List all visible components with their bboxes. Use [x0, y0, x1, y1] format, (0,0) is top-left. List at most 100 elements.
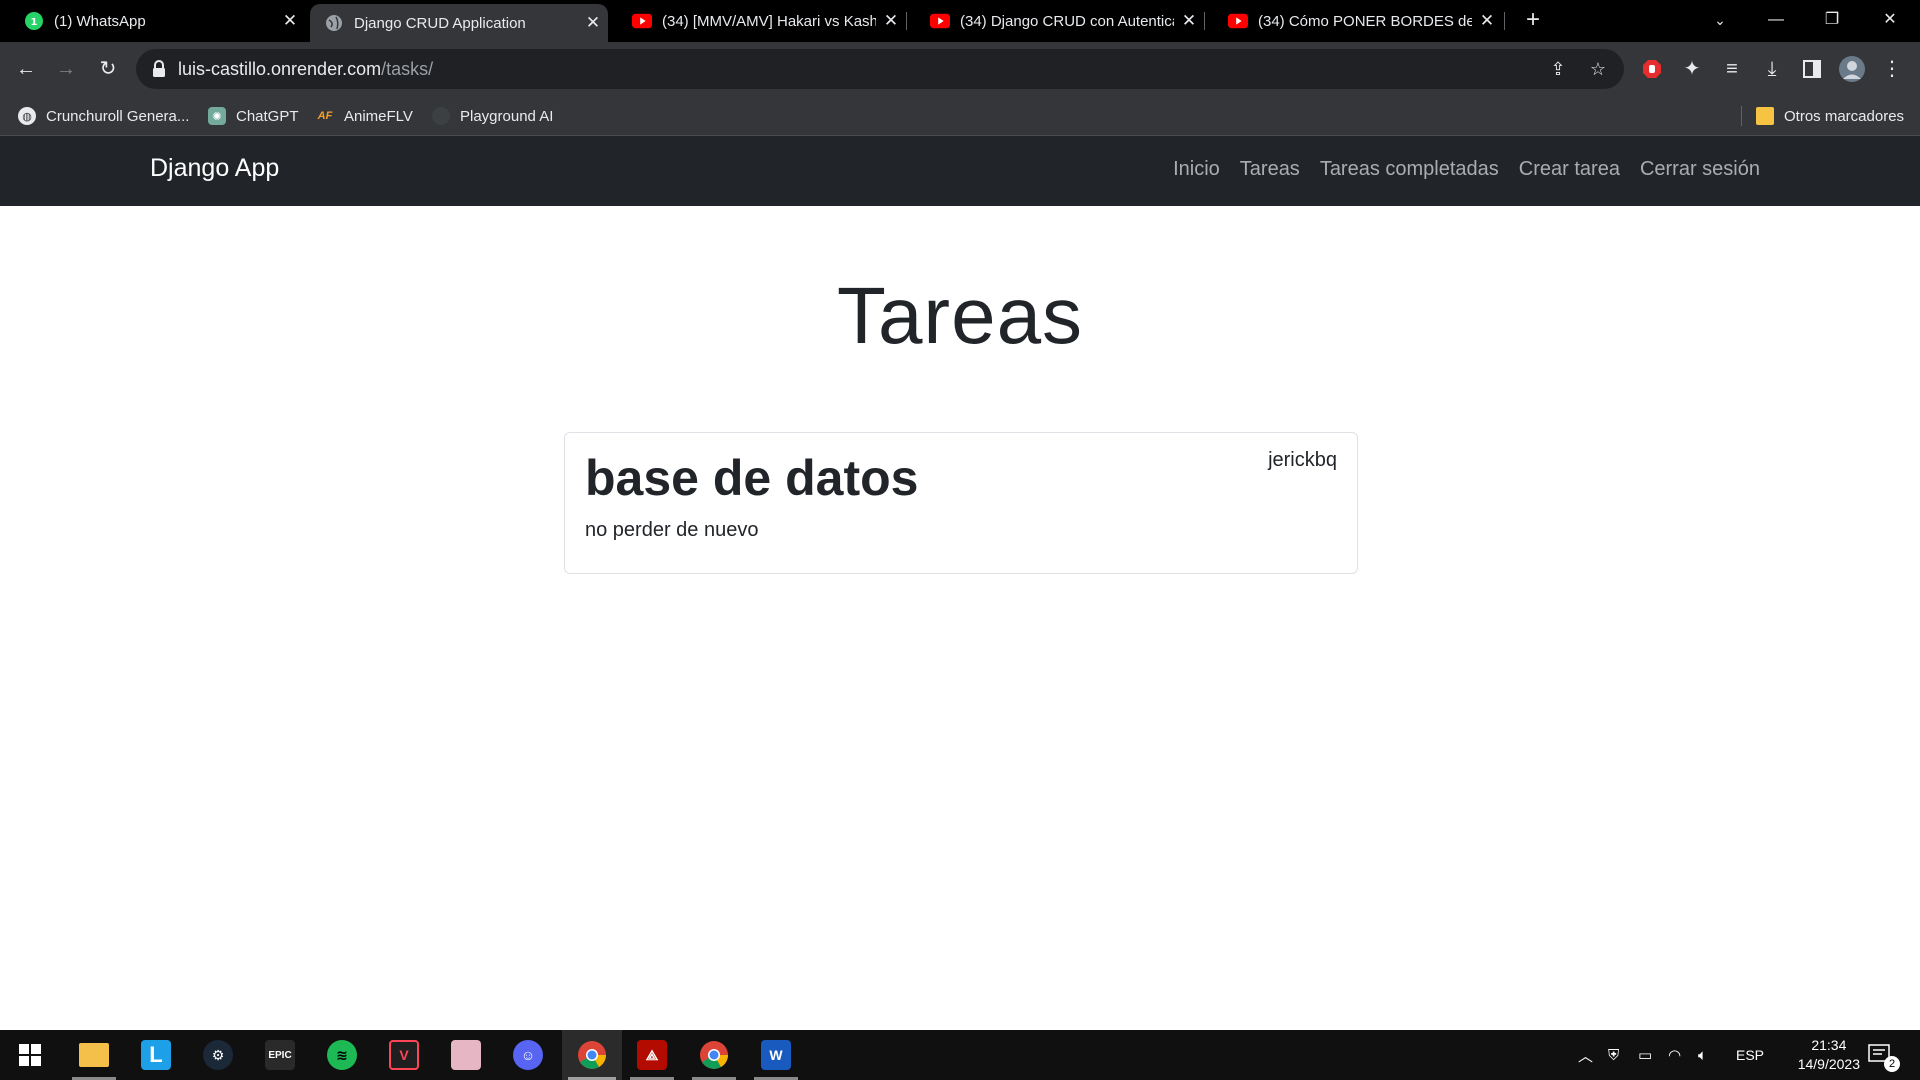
l-app-icon[interactable]: L — [128, 1030, 184, 1080]
browser-toolbar: ← → ↻ luis-castillo.onrender.com/tasks/ … — [0, 42, 1920, 96]
close-window-button[interactable]: ✕ — [1862, 0, 1918, 42]
tab-title: Django CRUD Application — [354, 14, 526, 32]
url-text[interactable]: luis-castillo.onrender.com/tasks/ — [178, 59, 433, 80]
tray-overflow-chevron-icon[interactable]: ︿ — [1578, 1030, 1593, 1080]
youtube-icon — [1228, 11, 1248, 31]
tab-title: (34) Cómo PONER BORDES de P — [1258, 12, 1472, 30]
back-button[interactable]: ← — [10, 53, 42, 85]
close-tab-icon[interactable]: ✕ — [578, 13, 608, 33]
word-icon[interactable]: W — [748, 1030, 804, 1080]
bookmark-label: ChatGPT — [236, 107, 299, 125]
other-bookmarks-label: Otros marcadores — [1784, 107, 1905, 125]
globe-icon — [324, 13, 344, 33]
forward-button[interactable]: → — [50, 53, 82, 85]
reload-button[interactable]: ↻ — [92, 53, 124, 85]
other-bookmarks-folder[interactable]: Otros marcadores — [1756, 96, 1904, 136]
bookmarks-divider — [1741, 106, 1742, 126]
close-tab-icon[interactable]: ✕ — [275, 11, 305, 31]
adblock-extension-icon[interactable] — [1636, 53, 1668, 85]
bookmark-animeflv[interactable]: AF AnimeFLV — [316, 96, 413, 136]
download-icon[interactable]: ⤓ — [1756, 53, 1788, 85]
animeflv-icon: AF — [317, 110, 333, 122]
bookmark-star-icon[interactable]: ☆ — [1584, 55, 1612, 83]
tab-title: (34) [MMV/AMV] Hakari vs Kash — [662, 12, 876, 30]
nav-link-inicio[interactable]: Inicio — [1173, 158, 1220, 181]
globe-icon: ◍ — [18, 107, 36, 125]
url-host: luis-castillo.onrender.com — [178, 59, 382, 79]
task-card[interactable]: base de datos jerickbq no perder de nuev… — [564, 432, 1358, 574]
nav-link-tareas[interactable]: Tareas — [1240, 158, 1300, 181]
share-icon[interactable]: ⇪ — [1544, 55, 1572, 83]
side-panel-icon[interactable] — [1796, 53, 1828, 85]
acrobat-icon[interactable]: ⟁ — [624, 1030, 680, 1080]
task-description: no perder de nuevo — [585, 519, 759, 541]
bookmark-label: Playground AI — [460, 107, 554, 125]
anime-app-icon[interactable] — [438, 1030, 494, 1080]
browser-tab-strip: 1 (1) WhatsApp ✕ Django CRUD Application… — [0, 0, 1920, 42]
tab-title: (34) Django CRUD con Autentica — [960, 12, 1174, 30]
notification-count-badge: 2 — [1884, 1056, 1900, 1072]
site-navbar: Django App Inicio Tareas Tareas completa… — [0, 136, 1920, 206]
tab-separator — [1504, 12, 1505, 30]
folder-icon — [1756, 107, 1774, 125]
windows-start-icon[interactable] — [2, 1030, 58, 1080]
svg-text:1: 1 — [31, 17, 38, 28]
tab-youtube-django[interactable]: (34) Django CRUD con Autentica ✕ — [906, 0, 1204, 42]
tab-whatsapp[interactable]: 1 (1) WhatsApp ✕ — [0, 0, 305, 42]
youtube-icon — [632, 11, 652, 31]
discord-icon[interactable]: ☺ — [500, 1030, 556, 1080]
wifi-icon[interactable]: ◠ — [1668, 1030, 1681, 1080]
address-bar[interactable]: luis-castillo.onrender.com/tasks/ ⇪ ☆ — [136, 49, 1624, 89]
menu-kebab-icon[interactable]: ⋮ — [1876, 53, 1908, 85]
system-clock[interactable]: 21:34 14/9/2023 — [1798, 1036, 1860, 1074]
extensions-puzzle-icon[interactable]: ✦ — [1676, 53, 1708, 85]
security-tray-icon[interactable]: ⛨ — [1608, 1030, 1619, 1080]
bookmark-crunchuroll[interactable]: ◍ Crunchuroll Genera... — [18, 96, 189, 136]
nav-link-tareas-completadas[interactable]: Tareas completadas — [1320, 158, 1499, 181]
bookmarks-bar: ◍ Crunchuroll Genera... ✺ ChatGPT AF Ani… — [0, 96, 1920, 136]
steam-icon[interactable]: ⚙ — [190, 1030, 246, 1080]
youtube-icon — [930, 11, 950, 31]
tab-youtube-bordes[interactable]: (34) Cómo PONER BORDES de P ✕ — [1204, 0, 1502, 42]
nav-link-cerrar-sesion[interactable]: Cerrar sesión — [1640, 158, 1760, 181]
epic-games-icon[interactable]: EPIC — [252, 1030, 308, 1080]
whatsapp-icon: 1 — [24, 11, 44, 31]
tab-django-crud[interactable]: Django CRUD Application ✕ — [310, 4, 608, 42]
file-explorer-icon[interactable] — [66, 1030, 122, 1080]
tab-title: (1) WhatsApp — [54, 12, 146, 30]
notification-center-icon[interactable]: 2 — [1868, 1030, 1900, 1080]
language-indicator[interactable]: ESP — [1736, 1030, 1764, 1080]
task-title: base de datos — [585, 450, 919, 506]
playground-icon — [432, 107, 450, 125]
lock-icon[interactable] — [152, 60, 168, 78]
tab-youtube-hakari[interactable]: (34) [MMV/AMV] Hakari vs Kash ✕ — [608, 0, 906, 42]
chatgpt-icon: ✺ — [208, 107, 226, 125]
nav-link-crear-tarea[interactable]: Crear tarea — [1519, 158, 1620, 181]
page-title: Tareas — [836, 271, 1084, 360]
bookmark-label: Crunchuroll Genera... — [46, 107, 190, 125]
media-control-icon[interactable]: ≡ — [1716, 53, 1748, 85]
navbar-brand[interactable]: Django App — [150, 154, 279, 183]
new-tab-button[interactable]: + — [1518, 6, 1548, 36]
volume-icon[interactable]: 🔈︎ — [1698, 1030, 1707, 1080]
chrome-profile-icon[interactable] — [686, 1030, 742, 1080]
spotify-icon[interactable]: ≋ — [314, 1030, 370, 1080]
clock-time: 21:34 — [1811, 1037, 1847, 1053]
battery-icon[interactable]: ▭ — [1638, 1030, 1652, 1080]
bookmark-playground-ai[interactable]: Playground AI — [432, 96, 553, 136]
close-tab-icon[interactable]: ✕ — [876, 11, 906, 31]
close-tab-icon[interactable]: ✕ — [1472, 11, 1502, 31]
bookmark-label: AnimeFLV — [344, 107, 413, 125]
profile-avatar[interactable] — [1836, 53, 1868, 85]
clock-date: 14/9/2023 — [1797, 1056, 1860, 1072]
minimize-button[interactable]: — — [1748, 0, 1804, 42]
restore-button[interactable]: ❐ — [1804, 0, 1860, 42]
task-owner: jerickbq — [1268, 449, 1337, 471]
bookmark-chatgpt[interactable]: ✺ ChatGPT — [208, 96, 299, 136]
tab-search-chevron-icon[interactable]: ⌄ — [1692, 0, 1748, 42]
close-tab-icon[interactable]: ✕ — [1174, 11, 1204, 31]
chrome-icon[interactable] — [562, 1030, 622, 1080]
navbar-links: Inicio Tareas Tareas completadas Crear t… — [1173, 158, 1760, 181]
windows-taskbar: L ⚙ EPIC ≋ V ☺ ⟁ W ︿ ⛨ ▭ ◠ 🔈︎ ESP 21:34 … — [0, 1030, 1920, 1080]
valorant-icon[interactable]: V — [376, 1030, 432, 1080]
